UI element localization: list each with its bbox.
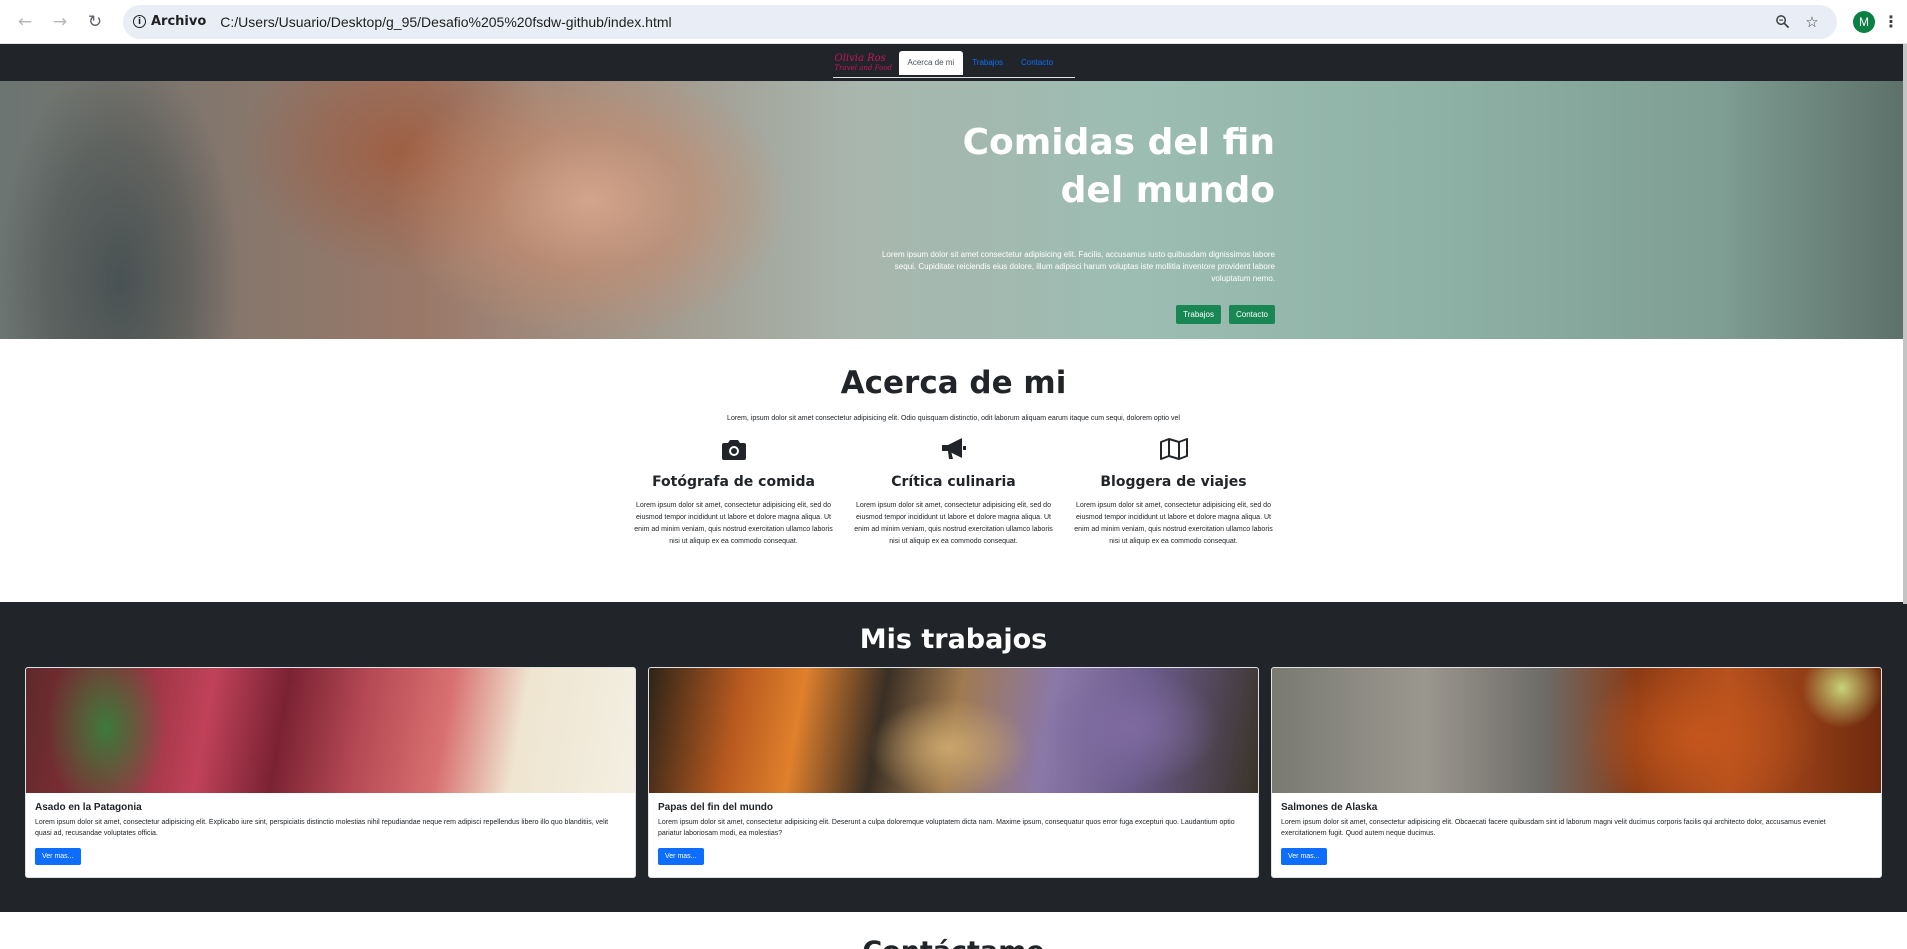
- hero-buttons: Trabajos Contacto: [875, 305, 1275, 324]
- hero-title-line1: Comidas del fin: [962, 122, 1275, 163]
- card-body: Salmones de Alaska Lorem ipsum dolor sit…: [1272, 793, 1881, 874]
- feature-item: Crítica culinaria Lorem ipsum dolor sit …: [850, 436, 1058, 548]
- work-card: Salmones de Alaska Lorem ipsum dolor sit…: [1271, 667, 1882, 878]
- tab-acerca-de-mi[interactable]: Acerca de mi: [898, 50, 964, 75]
- feature-item: Bloggera de viajes Lorem ipsum dolor sit…: [1070, 436, 1278, 548]
- browser-toolbar: ← → ↻ i Archivo C:/Users/Usuario/Desktop…: [0, 0, 1907, 44]
- site-info-chip[interactable]: i Archivo: [133, 14, 206, 29]
- card-body: Asado en la Patagonia Lorem ipsum dolor …: [26, 793, 635, 874]
- nav-tabs: Olivia Ros Travel and Food Acerca de mi …: [832, 48, 1075, 78]
- hero-text: Lorem ipsum dolor sit amet consectetur a…: [881, 250, 1275, 283]
- tab-contacto[interactable]: Contacto: [1012, 51, 1062, 75]
- hero-trabajos-button[interactable]: Trabajos: [1176, 305, 1221, 324]
- page-scrollbar[interactable]: [1903, 44, 1907, 604]
- feature-item: Fotógrafa de comida Lorem ipsum dolor si…: [630, 436, 838, 548]
- about-lead: Lorem, ipsum dolor sit amet consectetur …: [727, 415, 1180, 422]
- menu-kebab-icon[interactable]: ⋮: [1883, 12, 1899, 31]
- page-viewport: Olivia Ros Travel and Food Acerca de mi …: [0, 44, 1907, 949]
- feature-title: Fotógrafa de comida: [652, 474, 815, 490]
- cards-row: Asado en la Patagonia Lorem ipsum dolor …: [0, 667, 1907, 878]
- ver-mas-button[interactable]: Ver mas...: [658, 848, 704, 865]
- site-info-label: Archivo: [151, 14, 207, 29]
- info-icon: i: [133, 15, 146, 28]
- feature-title: Bloggera de viajes: [1100, 474, 1247, 490]
- card-text: Lorem ipsum dolor sit amet, consectetur …: [1281, 819, 1826, 837]
- back-arrow-icon[interactable]: ←: [10, 7, 40, 37]
- ver-mas-button[interactable]: Ver mas...: [1281, 848, 1327, 865]
- hero-content: Comidas del fin del mundo Lorem ipsum do…: [875, 119, 1275, 324]
- forward-arrow-icon[interactable]: →: [45, 7, 75, 37]
- feature-title: Crítica culinaria: [891, 474, 1016, 490]
- reload-icon[interactable]: ↻: [80, 7, 110, 37]
- feature-text: Lorem ipsum dolor sit amet, consectetur …: [1074, 502, 1273, 545]
- card-title: Papas del fin del mundo: [658, 802, 774, 813]
- features-row: Fotógrafa de comida Lorem ipsum dolor si…: [0, 436, 1907, 548]
- feature-text: Lorem ipsum dolor sit amet, consectetur …: [854, 502, 1053, 545]
- works-section: Mis trabajos Asado en la Patagonia Lorem…: [0, 602, 1907, 912]
- bookmark-star-icon[interactable]: ☆: [1797, 7, 1827, 37]
- map-icon: [1159, 436, 1188, 462]
- address-bar[interactable]: i Archivo C:/Users/Usuario/Desktop/g_95/…: [123, 4, 1837, 39]
- about-title: Acerca de mi: [840, 365, 1067, 401]
- ver-mas-button[interactable]: Ver mas...: [35, 848, 81, 865]
- card-title: Asado en la Patagonia: [35, 802, 142, 813]
- work-card: Papas del fin del mundo Lorem ipsum dolo…: [648, 667, 1259, 878]
- card-image: [1272, 668, 1881, 793]
- tab-trabajos[interactable]: Trabajos: [963, 51, 1012, 75]
- camera-icon: [721, 436, 746, 462]
- zoom-icon[interactable]: [1767, 7, 1797, 37]
- works-title: Mis trabajos: [859, 624, 1048, 655]
- feature-text: Lorem ipsum dolor sit amet, consectetur …: [634, 502, 833, 545]
- contact-section: Contáctame: [0, 912, 1907, 949]
- hero-title: Comidas del fin del mundo: [875, 119, 1275, 215]
- megaphone-icon: [940, 436, 968, 462]
- brand-tagline: Travel and Food: [834, 63, 893, 72]
- brand-logo[interactable]: Olivia Ros Travel and Food: [833, 49, 899, 77]
- card-text: Lorem ipsum dolor sit amet, consectetur …: [658, 819, 1235, 837]
- hero-contacto-button[interactable]: Contacto: [1228, 305, 1275, 324]
- about-section: Acerca de mi Lorem, ipsum dolor sit amet…: [0, 339, 1907, 602]
- work-card: Asado en la Patagonia Lorem ipsum dolor …: [25, 667, 636, 878]
- site-navbar: Olivia Ros Travel and Food Acerca de mi …: [0, 44, 1907, 81]
- hero-title-line2: del mundo: [1060, 170, 1275, 211]
- card-body: Papas del fin del mundo Lorem ipsum dolo…: [649, 793, 1258, 874]
- profile-avatar[interactable]: M: [1853, 10, 1875, 33]
- card-text: Lorem ipsum dolor sit amet, consectetur …: [35, 819, 609, 837]
- card-title: Salmones de Alaska: [1281, 802, 1378, 813]
- card-image: [649, 668, 1258, 793]
- brand-name: Olivia Ros: [834, 52, 886, 64]
- url-text[interactable]: C:/Users/Usuario/Desktop/g_95/Desafio%20…: [220, 14, 1767, 30]
- hero-banner: Comidas del fin del mundo Lorem ipsum do…: [0, 81, 1907, 339]
- card-image: [26, 668, 635, 793]
- contact-title: Contáctame: [0, 936, 1907, 949]
